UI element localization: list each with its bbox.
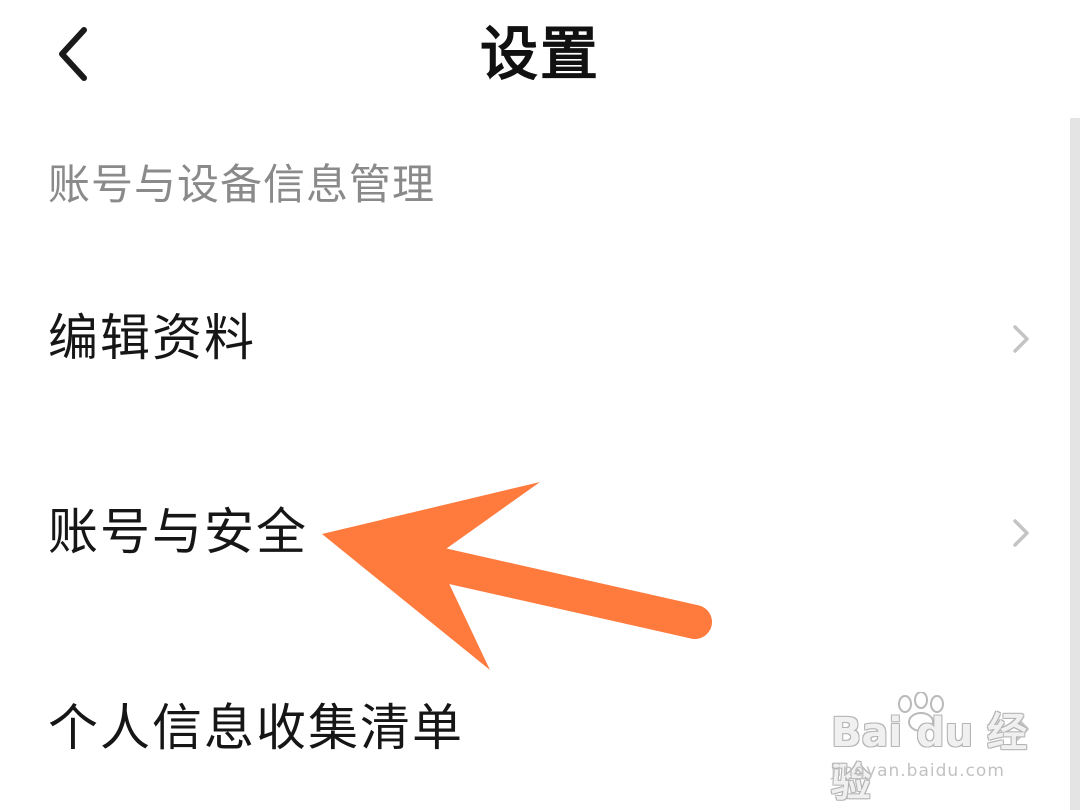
watermark: Bai du 经验 jingyan.baidu.com: [825, 690, 1030, 806]
watermark-url: jingyan.baidu.com: [831, 761, 1005, 781]
annotation-arrow: [322, 482, 712, 670]
watermark-text: Bai du 经验: [831, 710, 1028, 806]
